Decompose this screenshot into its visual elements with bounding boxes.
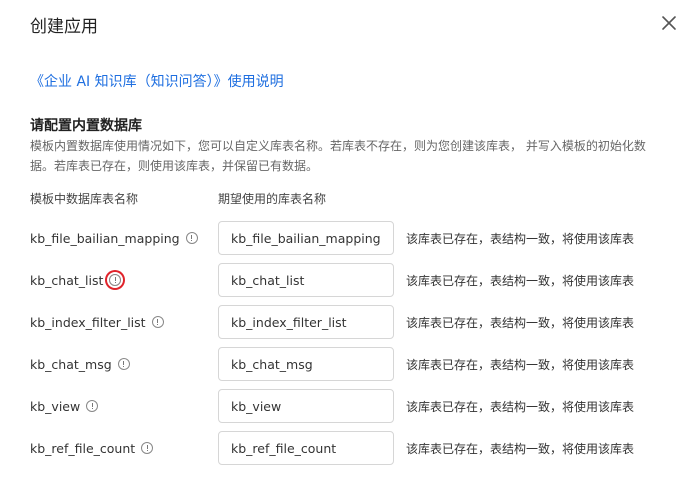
table-name-input[interactable] [218,431,394,465]
table-name-label: kb_chat_list [30,272,104,288]
status-text: 该库表已存在，表结构一致，将使用该库表 [406,231,635,246]
table-name-label: kb_chat_msg [30,356,112,372]
status-text: 该库表已存在，表结构一致，将使用该库表 [406,273,635,288]
table-name-input[interactable] [218,221,394,255]
column-header-template-name: 模板中数据库表名称 [30,192,139,206]
table-row: kb_chat_msg 该库表已存在，表结构一致，将使用该库表 [0,347,693,381]
row-template-name: kb_view [30,389,99,423]
info-icon[interactable] [141,442,154,454]
status-text: 该库表已存在，表结构一致，将使用该库表 [406,357,635,372]
section-title: 请配置内置数据库 [30,118,142,134]
status-text: 该库表已存在，表结构一致，将使用该库表 [406,441,635,456]
usage-guide-link[interactable]: 《企业 AI 知识库（知识问答）》使用说明 [30,71,284,91]
close-icon [662,16,676,30]
info-icon[interactable] [117,358,130,370]
create-app-dialog: 创建应用 《企业 AI 知识库（知识问答）》使用说明 请配置内置数据库 模板内置… [0,0,693,481]
table-name-input[interactable] [218,389,394,423]
section-description: 模板内置数据库使用情况如下，您可以自定义库表名称。若库表不存在，则为您创建该库表… [30,139,646,173]
column-header-desired-name: 期望使用的库表名称 [218,192,327,206]
info-icon[interactable] [185,232,198,244]
table-row: kb_file_bailian_mapping 该库表已存在，表结构一致，将使用… [0,221,693,255]
row-template-name: kb_ref_file_count [30,431,154,465]
dialog-title: 创建应用 [30,17,98,37]
close-button[interactable] [658,12,680,34]
table-row: kb_view 该库表已存在，表结构一致，将使用该库表 [0,389,693,423]
row-template-name: kb_file_bailian_mapping [30,221,198,255]
table-name-input[interactable] [218,305,394,339]
row-template-name: kb_index_filter_list [30,305,164,339]
table-name-label: kb_index_filter_list [30,314,146,330]
row-template-name: kb_chat_list [30,263,122,297]
info-icon[interactable] [151,316,164,328]
table-row: kb_chat_list 该库表已存在，表结构一致，将使用该库表 [0,263,693,297]
table-name-input[interactable] [218,347,394,381]
status-text: 该库表已存在，表结构一致，将使用该库表 [406,315,635,330]
table-name-input[interactable] [218,263,394,297]
info-icon[interactable] [86,400,99,412]
row-template-name: kb_chat_msg [30,347,130,381]
table-row: kb_index_filter_list 该库表已存在，表结构一致，将使用该库表 [0,305,693,339]
table-row: kb_ref_file_count 该库表已存在，表结构一致，将使用该库表 [0,431,693,465]
info-icon[interactable] [109,274,122,286]
table-name-label: kb_ref_file_count [30,440,136,456]
table-name-label: kb_file_bailian_mapping [30,230,180,246]
table-name-label: kb_view [30,398,81,414]
status-text: 该库表已存在，表结构一致，将使用该库表 [406,399,635,414]
